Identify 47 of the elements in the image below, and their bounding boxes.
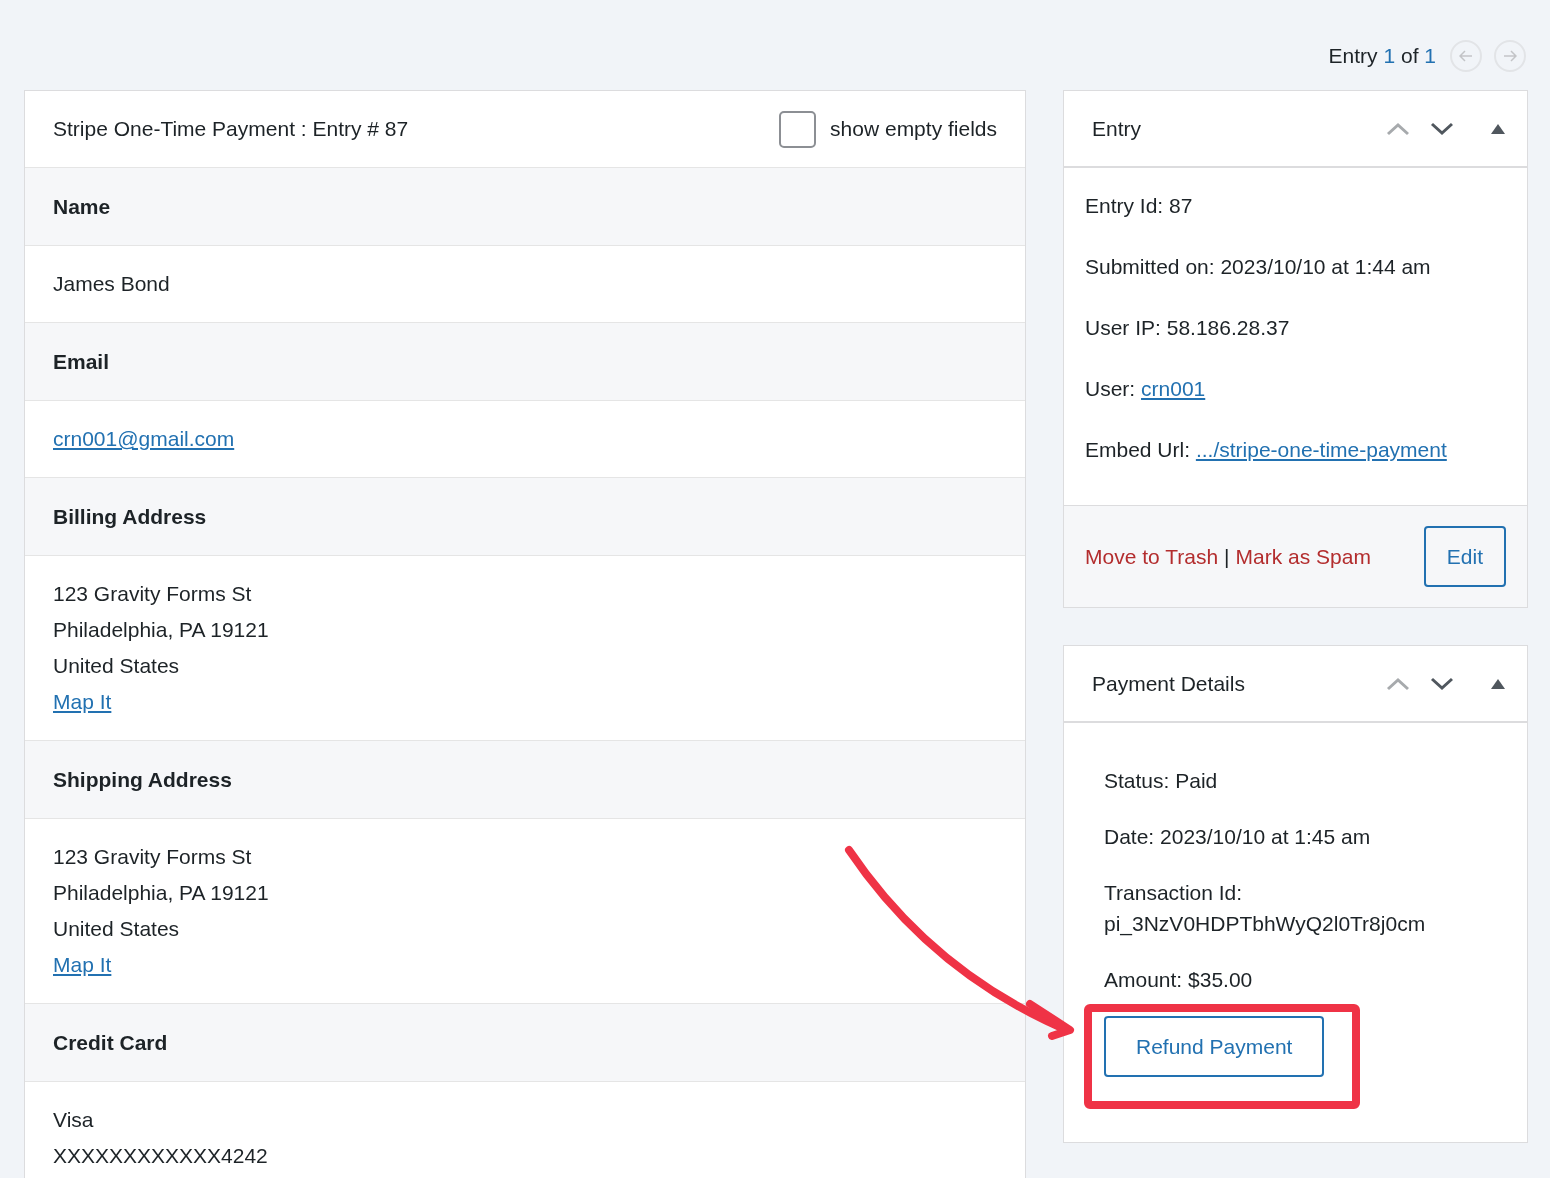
detail-text: Embed Url: .../stripe-one-time-payment (1085, 437, 1448, 463)
refund-button[interactable]: Refund Payment (1104, 1016, 1325, 1077)
field-value: United States (53, 653, 180, 679)
chevron-down-icon (1430, 676, 1454, 691)
detail-text: Submitted on: 2023/10/10 at 1:44 am (1085, 254, 1432, 280)
box-title: Entry (1092, 115, 1141, 142)
trash-link[interactable]: Move to Trash (1085, 540, 1219, 573)
checkbox-label: show empty fields (830, 116, 997, 143)
detail-link[interactable]: crn001 (1141, 377, 1206, 400)
detail-text: Entry Id: 87 (1085, 193, 1194, 219)
detail-text: Date: 2023/10/10 at 1:45 am (1104, 824, 1372, 850)
detail-text: Status: Paid (1104, 768, 1219, 794)
field-value: Philadelphia, PA 19121 (53, 880, 269, 906)
detail-text: User: crn001 (1085, 376, 1207, 402)
field-label-row: Name (25, 168, 1025, 246)
detail-text: User IP: 58.186.28.37 (1085, 315, 1291, 341)
checkbox[interactable] (779, 110, 817, 148)
field-label-row: Credit Card (25, 1004, 1025, 1082)
field-value: 123 Gravity Forms St (53, 581, 252, 607)
chevron-up-icon (1386, 121, 1410, 136)
arrow-icon (1459, 50, 1473, 62)
field-label-row: Email (25, 323, 1025, 401)
field-label-row: Billing Address (25, 478, 1025, 556)
spam-link[interactable]: Mark as Spam (1235, 540, 1371, 573)
edit-button[interactable]: Edit (1423, 526, 1506, 587)
triangle-up-icon (1491, 678, 1505, 689)
field-link[interactable]: crn001@gmail.com (53, 421, 235, 457)
separator-text: | (1224, 543, 1230, 570)
detail-link[interactable]: .../stripe-one-time-payment (1195, 438, 1447, 461)
detail-text: Amount: $35.00 (1104, 967, 1254, 993)
field-value: Philadelphia, PA 19121 (53, 617, 269, 643)
field-link[interactable]: Map It (53, 947, 112, 983)
chevron-up-icon (1386, 676, 1410, 691)
triangle-up-icon (1491, 123, 1505, 134)
entry-counter: Entry 1 of 1 (1328, 43, 1436, 70)
field-value: XXXXXXXXXXXX4242 (53, 1143, 268, 1169)
field-link[interactable]: Map It (53, 684, 112, 720)
box-title: Payment Details (1092, 670, 1245, 697)
arrow-icon (1503, 50, 1517, 62)
field-value: Visa (53, 1107, 94, 1133)
field-label-row: Shipping Address (25, 741, 1025, 819)
field-value: 123 Gravity Forms St (53, 844, 252, 870)
detail-text: Transaction Id: pi_3NzV0HDPTbhWyQ2l0Tr8j0cm (1104, 880, 1427, 938)
panel-title: Stripe One-Time Payment : Entry # 87 (53, 116, 409, 143)
field-value: James Bond (53, 271, 170, 297)
chevron-down-icon (1430, 121, 1454, 136)
field-value: United States (53, 916, 180, 942)
